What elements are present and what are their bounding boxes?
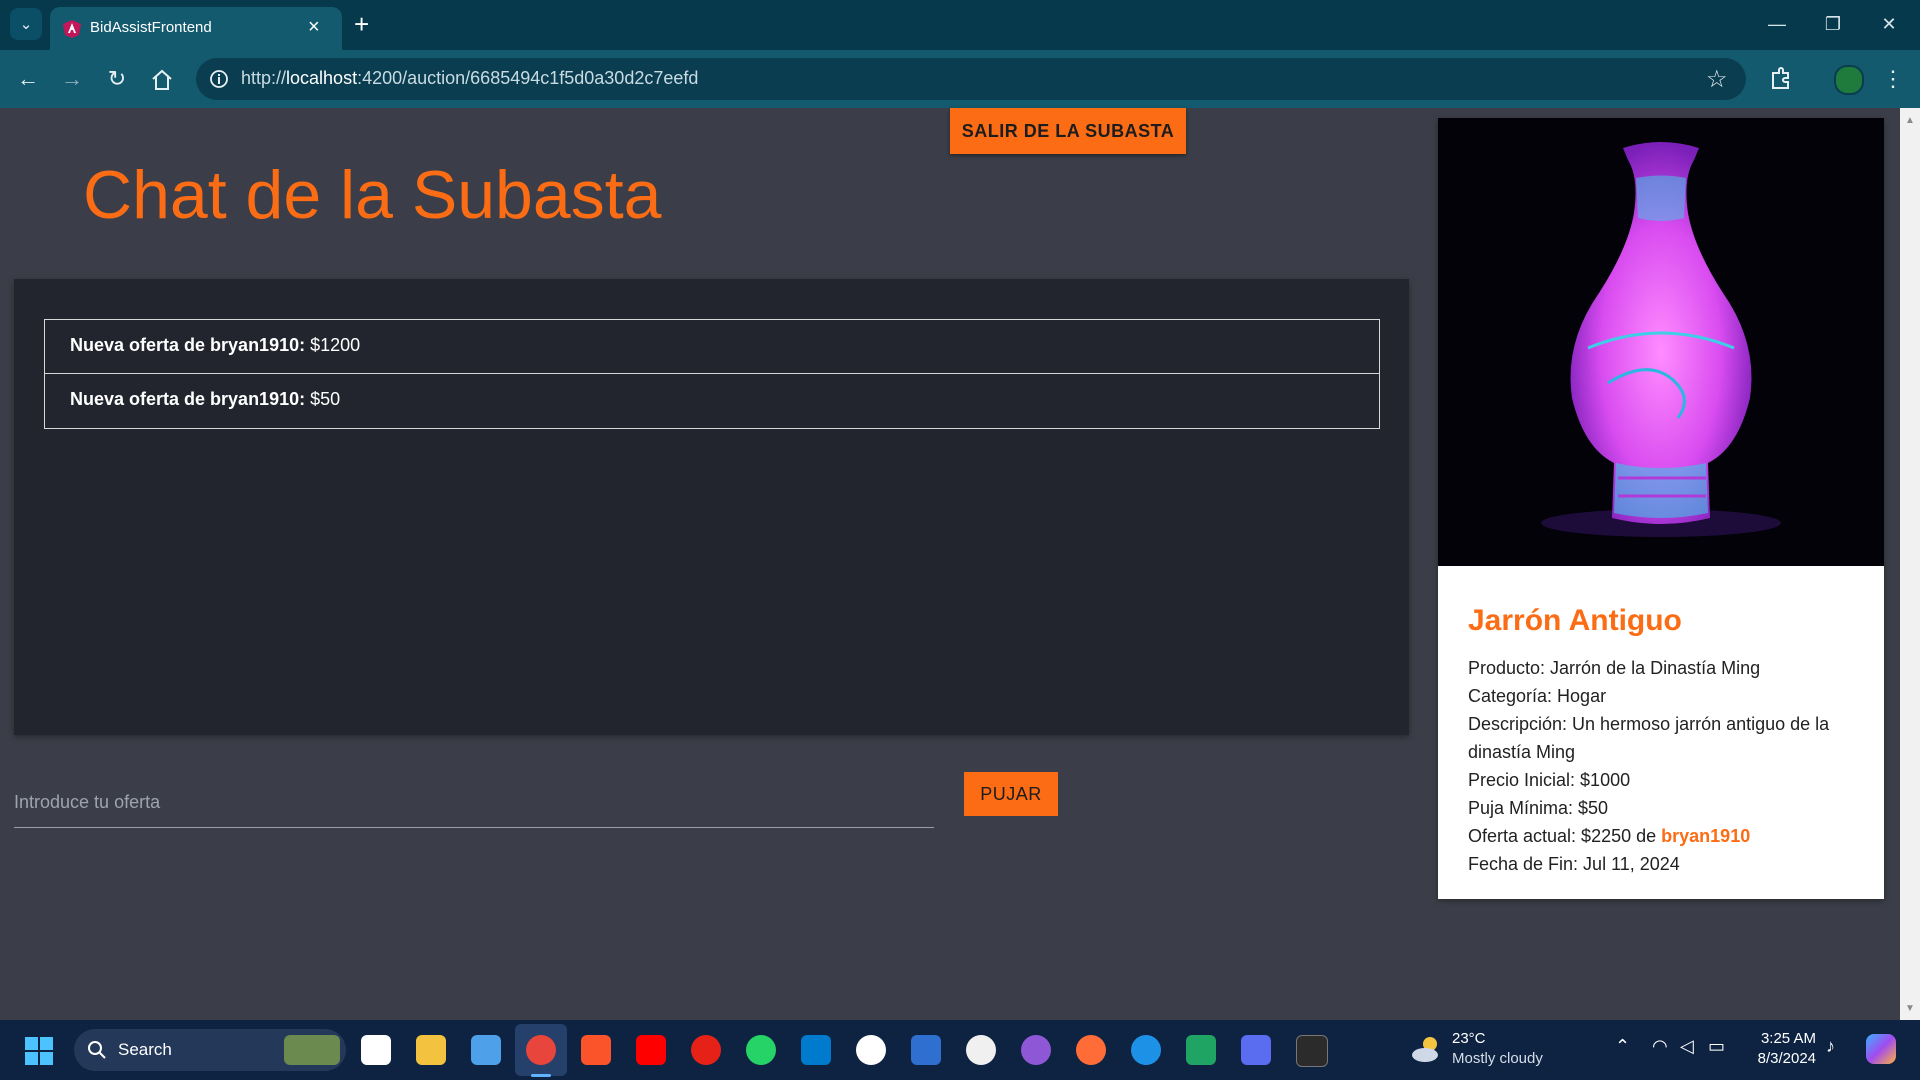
- vase-image: [1541, 142, 1781, 537]
- tab-strip: ⌄ BidAssistFrontend × + — ❐ ✕: [0, 0, 1920, 50]
- page-content: SALIR DE LA SUBASTA Chat de la Subasta N…: [0, 108, 1920, 1020]
- product-name: Producto: Jarrón de la Dinastía Ming: [1468, 658, 1761, 678]
- brave-icon[interactable]: [581, 1035, 611, 1065]
- powershell-icon[interactable]: [911, 1035, 941, 1065]
- youtube-icon[interactable]: [636, 1035, 666, 1065]
- scroll-up-icon[interactable]: ▲: [1905, 115, 1915, 126]
- tab-close-icon[interactable]: ×: [308, 16, 320, 38]
- weather-cloudy-icon: [1412, 1037, 1438, 1062]
- url-text[interactable]: http://localhost:4200/auction/6685494c1f…: [241, 68, 698, 89]
- site-info-icon[interactable]: [208, 68, 230, 90]
- end-date: Fecha de Fin: Jul 11, 2024: [1468, 854, 1680, 874]
- postman-icon[interactable]: [1076, 1035, 1106, 1065]
- search-label: Search: [118, 1040, 172, 1059]
- bid-button[interactable]: PUJAR: [964, 772, 1058, 816]
- sheets-icon[interactable]: [1186, 1035, 1216, 1065]
- exit-auction-button[interactable]: SALIR DE LA SUBASTA: [950, 108, 1186, 154]
- product-image: [1438, 118, 1884, 566]
- product-details: Producto: Jarrón de la Dinastía Ming Cat…: [1468, 654, 1860, 878]
- bid-input[interactable]: [14, 777, 934, 828]
- youtube-music-icon[interactable]: [691, 1035, 721, 1065]
- bookmark-star-icon[interactable]: ☆: [1706, 65, 1728, 94]
- restore-icon[interactable]: ❐: [1813, 10, 1853, 38]
- minimize-icon[interactable]: —: [1757, 10, 1797, 38]
- vscode-icon[interactable]: [801, 1035, 831, 1065]
- docker-icon[interactable]: [1131, 1035, 1161, 1065]
- minimum-bid: Puja Mínima: $50: [1468, 798, 1609, 818]
- starting-price: Precio Inicial: $1000: [1468, 770, 1631, 790]
- clock-date[interactable]: 8/3/2024: [1746, 1050, 1816, 1067]
- taskbar: Search 23°C Mostly cloudy ⌃ ◠ ◁ ▭ 3:25 A…: [0, 1020, 1920, 1080]
- message-amount: $1200: [310, 335, 361, 355]
- tab-title: BidAssistFrontend: [90, 19, 212, 36]
- current-offer-user: bryan1910: [1661, 826, 1751, 846]
- taskbar-search[interactable]: Search: [74, 1029, 346, 1071]
- github-desktop-icon[interactable]: [1021, 1035, 1051, 1065]
- whatsapp-icon[interactable]: [746, 1035, 776, 1065]
- product-description: Descripción: Un hermoso jarrón antiguo d…: [1468, 714, 1830, 762]
- search-highlight-image: [284, 1035, 340, 1065]
- terminal-icon[interactable]: [1296, 1035, 1328, 1067]
- message-amount: $50: [310, 389, 341, 409]
- tab-search-dropdown-icon[interactable]: ⌄: [10, 8, 42, 40]
- product-title: Jarrón Antiguo: [1468, 604, 1682, 637]
- list-item: Nueva oferta de bryan1910: $50: [45, 374, 1379, 428]
- close-window-icon[interactable]: ✕: [1869, 10, 1909, 38]
- chrome-active-indicator: [531, 1074, 551, 1077]
- weather-description: Mostly cloudy: [1452, 1050, 1543, 1067]
- mongodb-compass-icon[interactable]: [856, 1035, 886, 1065]
- search-icon: [88, 1041, 106, 1059]
- menu-dots-icon[interactable]: ⋮: [1878, 64, 1908, 94]
- back-icon[interactable]: ←: [13, 64, 43, 94]
- product-card: Jarrón Antiguo Producto: Jarrón de la Di…: [1438, 118, 1884, 899]
- chat-title: Chat de la Subasta: [83, 157, 662, 233]
- message-list: Nueva oferta de bryan1910: $1200 Nueva o…: [44, 319, 1380, 429]
- new-tab-icon[interactable]: +: [354, 10, 369, 38]
- snipping-tool-icon[interactable]: [1241, 1035, 1271, 1065]
- message-label: Nueva oferta de bryan1910:: [70, 389, 306, 409]
- volume-icon[interactable]: ◁: [1680, 1036, 1694, 1057]
- weather-temperature: 23°C: [1452, 1030, 1486, 1047]
- reload-icon[interactable]: ↻: [102, 64, 132, 94]
- scroll-down-icon[interactable]: ▼: [1905, 1003, 1915, 1014]
- list-item: Nueva oferta de bryan1910: $1200: [45, 320, 1379, 374]
- wifi-icon[interactable]: ◠: [1652, 1036, 1668, 1057]
- chat-panel: Nueva oferta de bryan1910: $1200 Nueva o…: [14, 279, 1409, 735]
- clock-time[interactable]: 3:25 AM: [1758, 1030, 1816, 1047]
- notifications-bell-icon[interactable]: ♪: [1826, 1036, 1835, 1057]
- tab-active[interactable]: BidAssistFrontend ×: [50, 7, 342, 50]
- angular-app-icon: [63, 20, 81, 38]
- browser-toolbar: ← → ↻ http://localhost:4200/auction/6685…: [0, 50, 1920, 108]
- notepad-icon[interactable]: [471, 1035, 501, 1065]
- store-icon[interactable]: [361, 1035, 391, 1065]
- battery-icon[interactable]: ▭: [1708, 1036, 1725, 1057]
- product-category: Categoría: Hogar: [1468, 686, 1607, 706]
- home-icon[interactable]: [150, 68, 174, 92]
- github-icon[interactable]: [966, 1035, 996, 1065]
- copilot-icon[interactable]: [1866, 1034, 1896, 1064]
- forward-icon[interactable]: →: [57, 64, 87, 94]
- chrome-icon[interactable]: [526, 1035, 556, 1065]
- current-offer: Oferta actual: $2250 de bryan1910: [1468, 822, 1860, 850]
- windows-start-icon[interactable]: [25, 1037, 53, 1065]
- address-bar[interactable]: http://localhost:4200/auction/6685494c1f…: [196, 58, 1746, 100]
- file-explorer-icon[interactable]: [416, 1035, 446, 1065]
- page-scrollbar[interactable]: [1900, 108, 1920, 1020]
- show-hidden-icons-icon[interactable]: ⌃: [1615, 1036, 1630, 1057]
- profile-avatar[interactable]: [1834, 65, 1864, 95]
- extensions-icon[interactable]: [1767, 65, 1795, 93]
- message-label: Nueva oferta de bryan1910:: [70, 335, 306, 355]
- current-offer-label: Oferta actual: $2250 de: [1468, 826, 1657, 846]
